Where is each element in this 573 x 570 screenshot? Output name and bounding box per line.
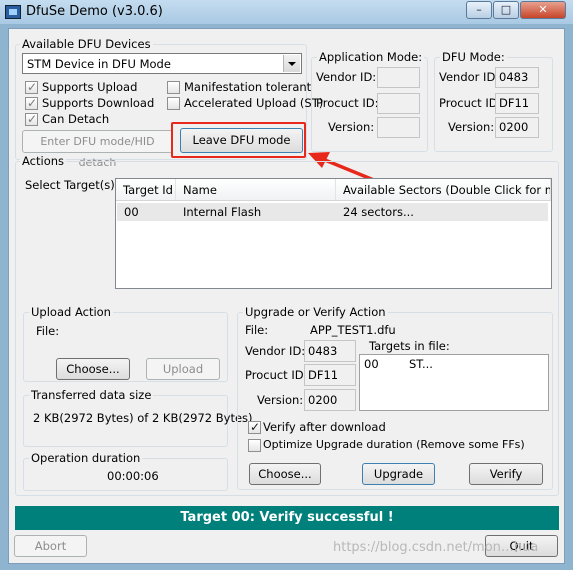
device-select[interactable]: STM Device in DFU Mode	[22, 53, 302, 74]
column-sectors[interactable]: Available Sectors (Double Click for more…	[336, 179, 551, 201]
device-select-value: STM Device in DFU Mode	[27, 57, 171, 71]
abort-button[interactable]: Abort	[14, 535, 87, 557]
verify-after-checkbox[interactable]	[248, 420, 261, 434]
choose-upgrade-button[interactable]: Choose...	[249, 463, 321, 485]
dfu-product-field: DF11	[495, 93, 539, 114]
supports-download-checkbox	[25, 96, 38, 110]
choose-upload-button[interactable]: Choose...	[56, 358, 130, 380]
column-name[interactable]: Name	[176, 179, 336, 201]
upgrade-file-name: APP_TEST1.dfu	[310, 323, 396, 337]
upgrade-product-field: DF11	[304, 364, 356, 386]
can-detach-label: Can Detach	[42, 112, 110, 126]
targets-in-file-list[interactable]: 00 ST...	[359, 354, 549, 411]
maximize-button[interactable]: □	[493, 1, 519, 19]
upload-title: Upload Action	[29, 305, 113, 319]
devices-group-title: Available DFU Devices	[20, 37, 153, 51]
app-mode-title: Application Mode:	[317, 50, 425, 64]
row-sectors: 24 sectors...	[343, 205, 414, 219]
upgrade-version-field: 0200	[304, 389, 356, 411]
file-target-name: ST...	[409, 357, 433, 371]
upgrade-file-label: File:	[245, 323, 269, 337]
accelerated-upload-label: Accelerated Upload (ST)	[184, 96, 324, 110]
dfu-version-label: Version:	[448, 120, 495, 134]
can-detach-checkbox	[25, 112, 38, 126]
app-product-label: Procuct ID:	[316, 96, 379, 110]
select-target-label: Select Target(s):	[25, 178, 119, 192]
column-target-id[interactable]: Target Id	[116, 179, 176, 201]
row-target-id: 00	[124, 205, 139, 219]
file-target-id: 00	[364, 357, 379, 371]
optimize-checkbox[interactable]	[248, 439, 261, 452]
app-vendor-label: Vendor ID:	[316, 70, 377, 84]
enter-dfu-button[interactable]: Enter DFU mode/HID detach	[22, 130, 173, 169]
app-icon	[5, 5, 21, 19]
upload-button[interactable]: Upload	[146, 358, 220, 380]
manifestation-checkbox	[167, 81, 180, 94]
manifestation-label: Manifestation tolerant	[184, 80, 312, 94]
minimize-button[interactable]: –	[466, 1, 492, 19]
watermark-text: https://blog.csdn.net/mon…hua	[333, 540, 539, 555]
window-title: DfuSe Demo (v3.0.6)	[26, 4, 163, 19]
table-row[interactable]: 00 Internal Flash 24 sectors...	[117, 203, 548, 221]
dfu-version-field: 0200	[495, 117, 539, 138]
accelerated-upload-checkbox	[167, 97, 180, 110]
leave-dfu-button[interactable]: Leave DFU mode	[180, 128, 303, 153]
targets-in-file-label: Targets in file:	[369, 339, 450, 353]
dfu-vendor-field: 0483	[495, 67, 539, 88]
dfu-product-label: Procuct ID:	[439, 96, 502, 110]
row-name: Internal Flash	[183, 205, 262, 219]
app-version-label: Version:	[328, 120, 375, 134]
app-version-field	[377, 117, 420, 138]
dfu-mode-title: DFU Mode:	[440, 50, 507, 64]
upgrade-vendor-field: 0483	[304, 340, 356, 362]
transfer-value: 2 KB(2972 Bytes) of 2 KB(2972 Bytes)	[33, 411, 253, 425]
supports-upload-label: Supports Upload	[42, 80, 138, 94]
upload-file-label: File:	[36, 324, 60, 338]
actions-title: Actions	[20, 154, 67, 168]
verify-after-label: Verify after download	[263, 420, 386, 434]
status-bar: Target 00: Verify successful !	[15, 506, 559, 530]
chevron-down-icon[interactable]	[283, 55, 300, 72]
duration-value: 00:00:06	[107, 469, 159, 483]
supports-upload-checkbox	[25, 80, 38, 94]
transfer-title: Transferred data size	[29, 388, 154, 402]
upgrade-vendor-label: Vendor ID:	[245, 344, 306, 358]
supports-download-label: Supports Download	[42, 96, 155, 110]
duration-title: Operation duration	[29, 451, 143, 465]
optimize-label: Optimize Upgrade duration (Remove some F…	[263, 438, 525, 451]
upgrade-product-label: Procuct ID:	[245, 368, 308, 382]
upgrade-version-label: Version:	[257, 393, 304, 407]
target-list[interactable]: Target Id Name Available Sectors (Double…	[115, 178, 552, 289]
app-vendor-field	[377, 67, 420, 88]
dfu-vendor-label: Vendor ID:	[439, 70, 500, 84]
close-button[interactable]: ✕	[520, 1, 566, 19]
verify-button[interactable]: Verify	[469, 463, 543, 485]
upgrade-title: Upgrade or Verify Action	[243, 305, 388, 319]
upgrade-button[interactable]: Upgrade	[362, 463, 435, 485]
app-product-field	[377, 93, 420, 114]
